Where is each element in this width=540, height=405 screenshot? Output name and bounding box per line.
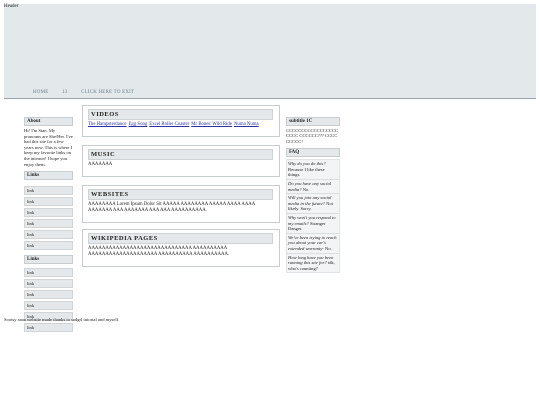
subtitle-heading: subtitle 1C	[286, 117, 340, 126]
faq-answer: No.	[302, 186, 310, 192]
faq-list: Why do you do this? Because I like these…	[286, 159, 340, 274]
sidebar-link[interactable]: link	[24, 301, 73, 311]
wikipedia-box: WIKIPEDIA PAGES AAAAAAAAAAAAAAAAAAAAAAAA…	[82, 229, 280, 267]
videos-heading: VIDEOS	[88, 109, 273, 120]
faq-question: Will you join any social media in the fu…	[288, 195, 332, 206]
faq-question: How long have you been running this site…	[288, 254, 334, 266]
video-link[interactable]: The Hampsterdance	[88, 122, 127, 127]
header-label: Header	[4, 4, 19, 9]
sidebar-link[interactable]: link	[24, 208, 73, 218]
faq-heading: FAQ	[286, 148, 340, 158]
music-heading: MUSIC	[88, 149, 273, 160]
faq-answer: No.	[325, 245, 332, 251]
faq-item: We've been trying to reach you about you…	[287, 234, 339, 254]
faq-item: Why do you do this? Because I like these…	[287, 160, 339, 180]
sidebar-link[interactable]: link	[24, 197, 73, 207]
links-heading-1: Links	[24, 171, 73, 181]
sidebar-link[interactable]: link	[24, 219, 73, 229]
videos-links: The Hampsterdance Egg Song Excel Roller Co…	[88, 122, 273, 128]
nav-bar: HOME 13 CLICK HERE TO EXIT	[4, 86, 536, 99]
websites-text: AAAAAAAA Lorem Ipsum Dolor Sit AAAAA AAA…	[88, 202, 255, 213]
sidebar-link[interactable]: link	[24, 230, 73, 240]
websites-box: WEBSITES AAAAAAAA Lorem Ipsum Dolor Sit …	[82, 185, 280, 223]
video-link[interactable]: Numa Numa	[234, 122, 259, 127]
sidebar-link[interactable]: link	[24, 290, 73, 300]
websites-heading: WEBSITES	[88, 189, 273, 200]
videos-box: VIDEOS The Hampsterdance Egg Song Excel Ro…	[82, 105, 280, 137]
video-link[interactable]: Mr Bones' Wild Ride	[191, 122, 232, 127]
sidebar-link[interactable]: link	[24, 241, 73, 251]
sidebar-link[interactable]: link	[24, 268, 73, 278]
faq-question: Do you have any social media?	[288, 181, 332, 192]
video-link[interactable]: Excel Roller Coaster	[149, 122, 189, 127]
nav-page-link[interactable]: 13	[62, 90, 67, 95]
left-sidebar: About Hi! I'm Stan. My pronouns are She/…	[24, 117, 73, 333]
wikipedia-text: AAAAAAAAAAAAAAAAAAAAAAAAAAAAAA AAAAAAAAA…	[88, 246, 230, 257]
faq-item: Why won't you respond to my emails? Stra…	[287, 214, 339, 234]
about-heading: About	[24, 117, 73, 126]
sidebar-link[interactable]: link	[24, 323, 73, 333]
nav-home-link[interactable]: HOME	[33, 90, 49, 95]
about-text: Hi! I'm Stan. My pronouns are She/Her. I…	[24, 128, 73, 167]
right-sidebar: subtitle 1C CCCCCCCCCCCCCCCCCCCCC CCCCCC…	[286, 117, 340, 274]
faq-question: Why do you do this?	[288, 161, 326, 167]
sidebar-link[interactable]: link	[24, 186, 73, 196]
music-text: AAAAAAA	[88, 162, 113, 167]
faq-answer: Because I like these things.	[288, 166, 325, 178]
faq-item: How long have you been running this site…	[287, 254, 339, 273]
subtitle-text: CCCCCCCCCCCCCCCCCCCCC CCCCCC??? CCCCCCCC…	[286, 128, 339, 144]
wikipedia-heading: WIKIPEDIA PAGES	[88, 233, 273, 244]
links-heading-2: Links	[24, 255, 73, 265]
video-link[interactable]: Egg Song	[129, 122, 148, 127]
header-band	[4, 4, 536, 86]
faq-item: Will you join any social media in the fu…	[287, 194, 339, 214]
footer-text: Sootsy aaaa website made thanks to sadgr…	[4, 317, 120, 322]
faq-item: Do you have any social media? No.	[287, 180, 339, 195]
sidebar-link[interactable]: link	[24, 279, 73, 289]
music-box: MUSIC AAAAAAA	[82, 145, 280, 177]
nav-exit-link[interactable]: CLICK HERE TO EXIT	[81, 90, 134, 95]
